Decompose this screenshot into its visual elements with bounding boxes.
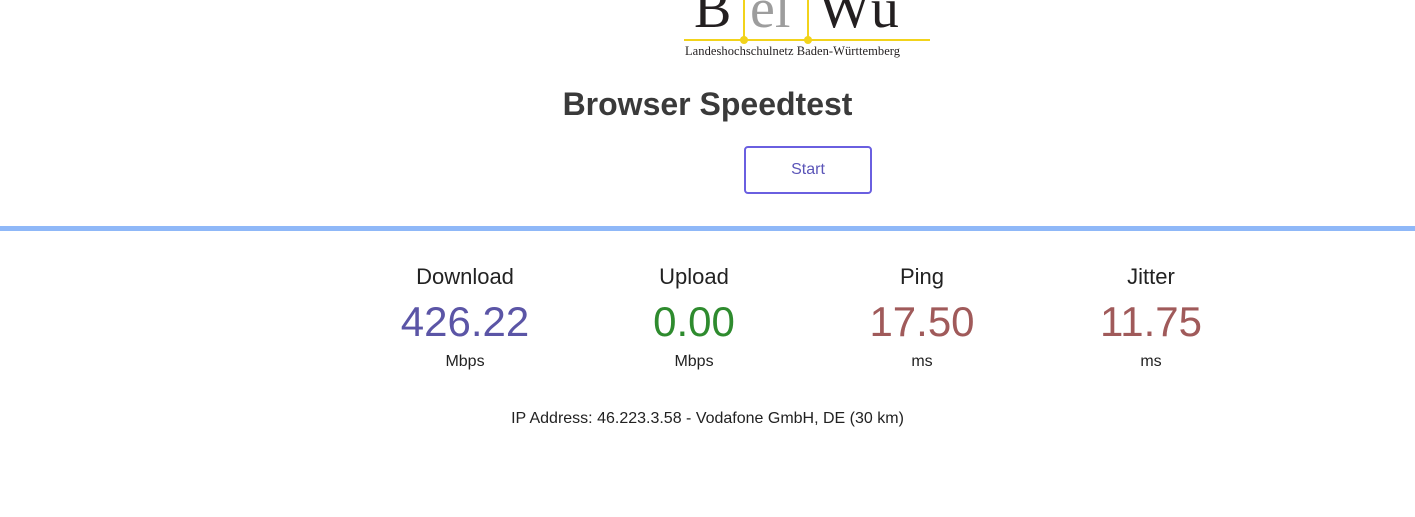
- upload-unit: Mbps: [674, 353, 714, 370]
- logo-letter-el: el: [750, 0, 791, 40]
- jitter-unit: ms: [1140, 353, 1162, 370]
- logo-divider-line: [743, 0, 745, 41]
- logo-tagline: Landeshochschulnetz Baden-Württemberg: [685, 44, 901, 58]
- download-value: 426.22: [400, 298, 530, 345]
- download-unit: Mbps: [445, 353, 485, 370]
- speedtest-page: B el Wü Landeshochschulnetz Baden-Württe…: [0, 0, 1415, 517]
- upload-label: Upload: [659, 264, 729, 289]
- belwue-logo: B el Wü Landeshochschulnetz Baden-Württe…: [684, 0, 934, 62]
- upload-value: 0.00: [653, 298, 735, 345]
- ping-value: 17.50: [869, 298, 975, 345]
- start-button[interactable]: Start: [744, 146, 872, 194]
- upload-metric: Upload 0.00 Mbps: [584, 262, 804, 372]
- logo-node-dot: [804, 36, 812, 44]
- section-divider: [0, 226, 1415, 231]
- download-metric: Download 426.22 Mbps: [355, 262, 575, 372]
- logo-wordmark: B el Wü: [684, 0, 934, 38]
- jitter-metric: Jitter 11.75 ms: [1041, 262, 1261, 372]
- download-label: Download: [416, 264, 514, 289]
- logo-letter-b: B: [694, 0, 732, 40]
- ping-metric: Ping 17.50 ms: [812, 262, 1032, 372]
- ip-address-info: IP Address: 46.223.3.58 - Vodafone GmbH,…: [511, 410, 904, 427]
- ping-label: Ping: [899, 264, 945, 289]
- logo-node-dot: [740, 36, 748, 44]
- ping-unit: ms: [911, 353, 933, 370]
- page-title: Browser Speedtest: [562, 86, 853, 122]
- logo-divider-line: [807, 0, 809, 41]
- jitter-label: Jitter: [1127, 264, 1175, 289]
- jitter-value: 11.75: [1100, 298, 1202, 345]
- logo-letter-wue: Wü: [818, 0, 899, 40]
